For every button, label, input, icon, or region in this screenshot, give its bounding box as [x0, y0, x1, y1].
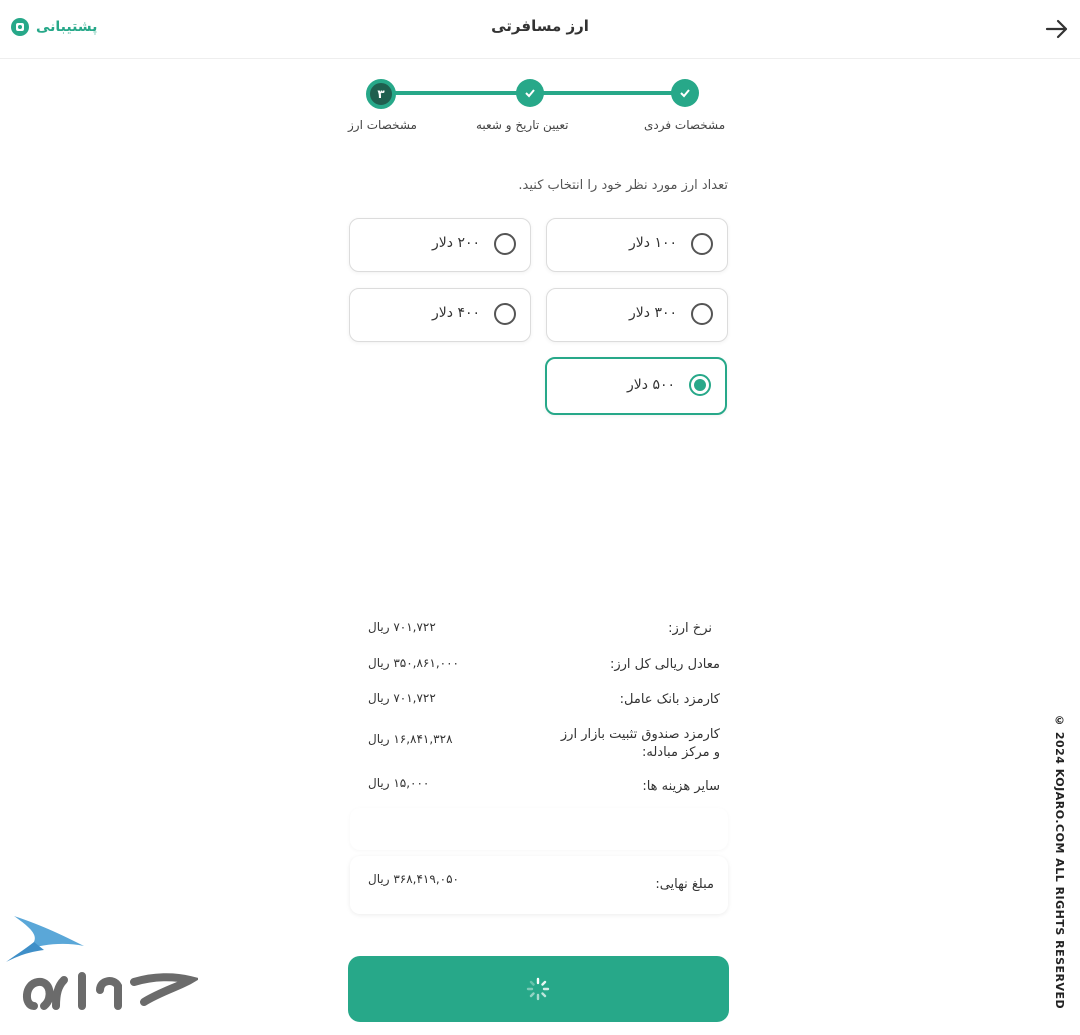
- step-number: ۳: [377, 87, 385, 101]
- selection-prompt: تعداد ارز مورد نظر خود را انتخاب کنید.: [518, 178, 728, 193]
- final-amount-box: مبلغ نهایی: ۳۶۸,۴۱۹,۰۵۰ ریال: [350, 856, 728, 914]
- summary-row-other-costs: سایر هزینه ها: ۱۵,۰۰۰ ریال: [350, 776, 720, 812]
- arrow-right-icon[interactable]: [1044, 18, 1070, 40]
- summary-value: ۷۰۱,۷۲۲ ریال: [368, 691, 436, 705]
- summary-value: ۱۵,۰۰۰ ریال: [368, 776, 430, 790]
- step-label-3: مشخصات ارز: [348, 118, 417, 132]
- radio-button[interactable]: [494, 303, 516, 325]
- option-200-dollar[interactable]: ۲۰۰ دلار: [349, 218, 531, 272]
- summary-label: سایر هزینه ها:: [642, 779, 720, 794]
- summary-value: ۳۵۰,۸۶۱,۰۰۰ ریال: [368, 656, 459, 670]
- check-icon: [525, 89, 535, 98]
- step-dot-2: [516, 79, 544, 107]
- option-label: ۳۰۰ دلار: [629, 305, 677, 321]
- step-dot-1: [671, 79, 699, 107]
- option-label: ۴۰۰ دلار: [432, 305, 480, 321]
- summary-label: معادل ریالی کل ارز:: [609, 657, 720, 672]
- step-label-1: مشخصات فردی: [644, 118, 726, 132]
- radio-button[interactable]: [691, 233, 713, 255]
- summary-value: ۷۰۱,۷۲۲ ریال: [368, 620, 436, 634]
- final-amount-label: مبلغ نهایی:: [655, 877, 714, 892]
- step-dot-3: ۳: [366, 79, 396, 109]
- radio-button-selected[interactable]: [689, 374, 711, 396]
- final-amount-value: ۳۶۸,۴۱۹,۰۵۰ ریال: [368, 872, 459, 886]
- option-400-dollar[interactable]: ۴۰۰ دلار: [349, 288, 531, 342]
- loading-spinner-icon: [526, 977, 550, 1001]
- summary-row-total-rial: معادل ریالی کل ارز: ۳۵۰,۸۶۱,۰۰۰ ریال: [350, 656, 720, 692]
- summary-row-bank-fee: کارمزد بانک عامل: ۷۰۱,۷۲۲ ریال: [350, 691, 720, 727]
- summary-row-fund-fee: کارمزد صندوق تثبیت بازار ارز و مرکز مباد…: [350, 726, 720, 762]
- submit-button[interactable]: [348, 956, 729, 1022]
- option-100-dollar[interactable]: ۱۰۰ دلار: [546, 218, 728, 272]
- summary-label: کارمزد صندوق تثبیت بازار ارز و مرکز مباد…: [560, 727, 720, 760]
- copyright-text: © 2024 KOJARO.COM ALL RIGHTS RESERVED: [1053, 714, 1066, 1010]
- option-label: ۱۰۰ دلار: [629, 235, 677, 251]
- summary-label: نرخ ارز:: [668, 621, 712, 636]
- page-title: ارز مسافرتی: [491, 17, 589, 35]
- option-300-dollar[interactable]: ۳۰۰ دلار: [546, 288, 728, 342]
- option-label: ۵۰۰ دلار: [627, 377, 675, 393]
- check-icon: [680, 89, 690, 98]
- summary-row-rate: نرخ ارز: ۷۰۱,۷۲۲ ریال: [350, 620, 720, 656]
- radio-button[interactable]: [494, 233, 516, 255]
- summary-spacer: [350, 808, 728, 850]
- option-500-dollar[interactable]: ۵۰۰ دلار: [545, 357, 727, 415]
- kojaro-logo: [6, 916, 198, 1010]
- option-label: ۲۰۰ دلار: [432, 235, 480, 251]
- top-bar: پشتیبانی ارز مسافرتی: [0, 0, 1080, 59]
- radio-button[interactable]: [691, 303, 713, 325]
- summary-value: ۱۶,۸۴۱,۳۲۸ ریال: [368, 732, 453, 746]
- summary-label: کارمزد بانک عامل:: [619, 692, 720, 707]
- step-label-2: تعیین تاریخ و شعبه: [476, 118, 569, 132]
